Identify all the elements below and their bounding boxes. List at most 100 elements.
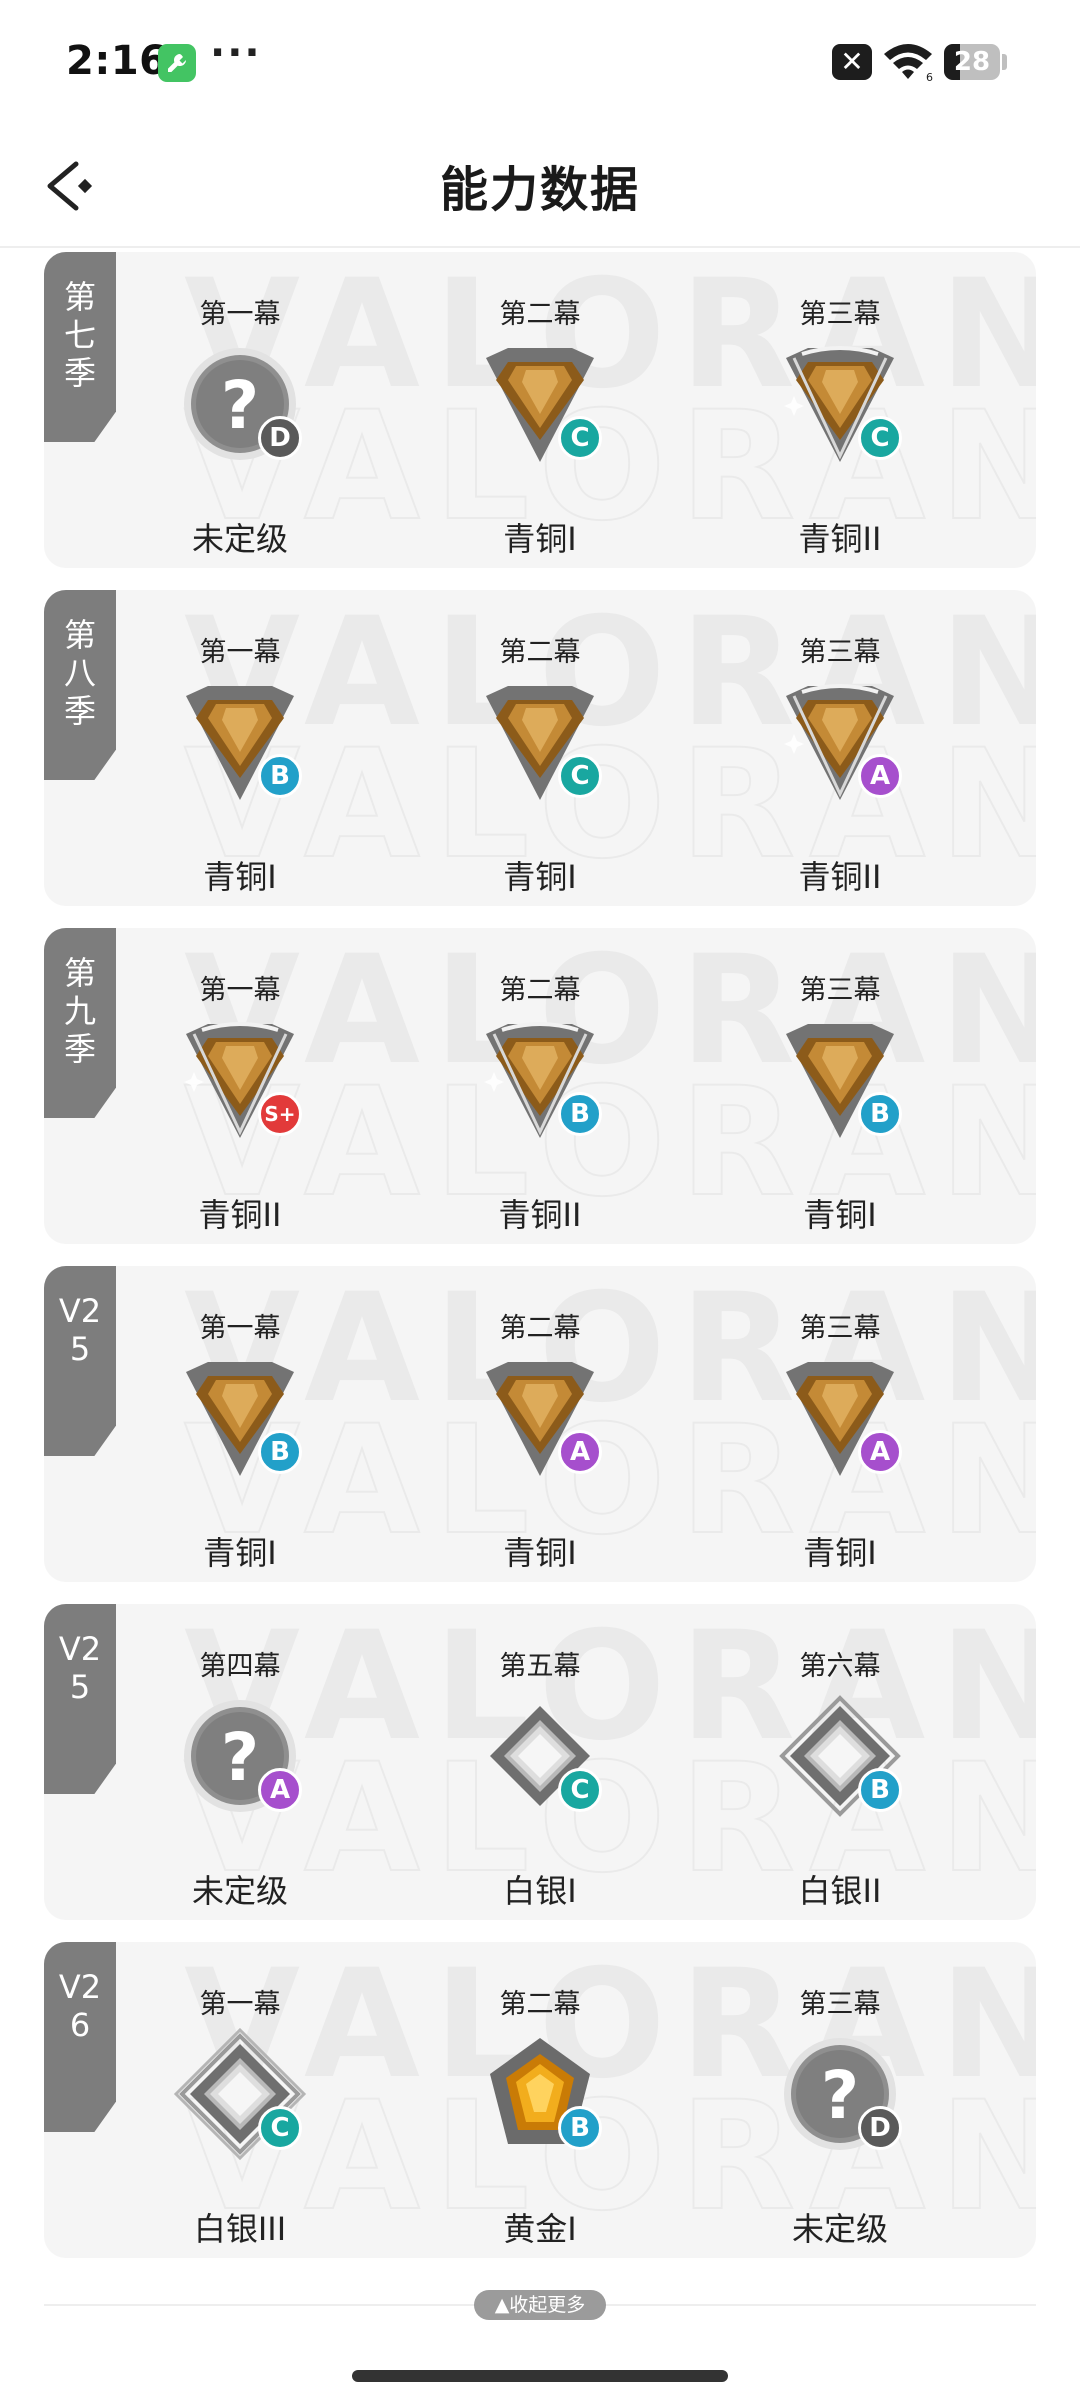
rank-label: 青铜II [798,858,882,896]
act-item[interactable]: 第三幕 B 青铜I [730,968,950,1238]
rank-label: 青铜I [503,520,577,558]
act-name: 第三幕 [799,637,881,668]
act-item[interactable]: 第一幕 C 白银III [130,1982,350,2252]
act-name: 第二幕 [499,299,581,330]
act-item[interactable]: 第四幕 ? A 未定级 [130,1644,350,1914]
season-tag: 第八季 [44,590,116,780]
rank-label: 青铜II [198,1196,282,1234]
svg-text:?: ? [221,367,259,444]
act-name: 第二幕 [499,1313,581,1344]
season-tag: V25 [44,1604,116,1794]
act-name: 第二幕 [499,637,581,668]
act-name: 第一幕 [199,637,281,668]
season-card: VALORANTVALORANTV25第四幕 ? A未定级第五幕 C白银I第六幕… [44,1604,1036,1920]
season-card: VALORANTVALORANT第八季第一幕 B青铜I第二幕 C青铜I第三幕 A… [44,590,1036,906]
rank-label: 白银II [798,1872,882,1910]
rank-label: 青铜I [503,858,577,896]
grade-badge: S+ [258,1092,302,1136]
season-card: VALORANTVALORANTV25第一幕 B青铜I第二幕 A青铜I第三幕 A… [44,1266,1036,1582]
status-time: 2:16 [66,38,168,84]
rank-label: 青铜I [803,1196,877,1234]
grade-badge: C [558,754,602,798]
season-card: VALORANTVALORANT第九季第一幕 S+青铜II第二幕 B青铜II第三… [44,928,1036,1244]
act-item[interactable]: 第二幕 A 青铜I [430,1306,650,1576]
grade-badge: C [558,1768,602,1812]
rank-label: 黄金I [503,2210,577,2248]
rank-label: 青铜I [503,1534,577,1572]
grade-badge: A [558,1430,602,1474]
act-item[interactable]: 第六幕 B 白银II [730,1644,950,1914]
rank-label: 白银III [193,2210,287,2248]
act-name: 第五幕 [499,1651,581,1682]
season-label: V26 [58,1968,102,2044]
status-bar: 2:16 ··· ✕ 6 28 [0,0,1080,120]
act-item[interactable]: 第二幕 C 青铜I [430,292,650,562]
season-label: V25 [58,1292,102,1368]
season-tag: 第七季 [44,252,116,442]
act-name: 第一幕 [199,1313,281,1344]
act-item[interactable]: 第三幕 ? D 未定级 [730,1982,950,2252]
season-label: 第九季 [63,954,96,1068]
grade-badge: D [858,2106,902,2150]
act-name: 第三幕 [799,1989,881,2020]
grade-badge: B [858,1768,902,1812]
rank-label: 白银I [503,1872,577,1910]
act-item[interactable]: 第五幕 C 白银I [430,1644,650,1914]
act-item[interactable]: 第一幕 ? D 未定级 [130,292,350,562]
season-tag: V26 [44,1942,116,2132]
grade-badge: B [258,1430,302,1474]
grade-badge: D [258,416,302,460]
wifi-icon: 6 [884,44,933,82]
grade-badge: B [258,754,302,798]
act-name: 第一幕 [199,299,281,330]
grade-badge: A [258,1768,302,1812]
grade-badge: A [858,1430,902,1474]
svg-text:?: ? [221,1719,259,1796]
act-name: 第三幕 [799,299,881,330]
grade-badge: C [558,416,602,460]
more-notifications-icon: ··· [210,30,262,76]
act-item[interactable]: 第一幕 S+ 青铜II [130,968,350,1238]
act-name: 第三幕 [799,1313,881,1344]
rank-label: 青铜I [203,858,277,896]
act-item[interactable]: 第三幕 A 青铜II [730,630,950,900]
grade-badge: C [258,2106,302,2150]
act-item[interactable]: 第三幕 C 青铜II [730,292,950,562]
collapse-more-button[interactable]: ▲收起更多 [474,2290,606,2320]
season-card: VALORANTVALORANT第七季第一幕 ? D未定级第二幕 C青铜I第三幕… [44,252,1036,568]
page-header: 能力数据 [0,120,1080,248]
battery-icon: 28 [944,44,1000,80]
rank-label: 青铜II [498,1196,582,1234]
grade-badge: C [858,416,902,460]
act-name: 第一幕 [199,975,281,1006]
act-name: 第二幕 [499,975,581,1006]
act-name: 第四幕 [199,1651,281,1682]
act-item[interactable]: 第三幕 A 青铜I [730,1306,950,1576]
season-label: 第八季 [63,616,96,730]
act-item[interactable]: 第一幕 B 青铜I [130,630,350,900]
grade-badge: B [558,2106,602,2150]
page-title: 能力数据 [439,162,640,218]
grade-badge: A [858,754,902,798]
season-tag: V25 [44,1266,116,1456]
act-item[interactable]: 第二幕 B 黄金I [430,1982,650,2252]
act-name: 第六幕 [799,1651,881,1682]
home-indicator[interactable] [352,2370,728,2382]
act-name: 第三幕 [799,975,881,1006]
rank-label: 青铜I [203,1534,277,1572]
act-item[interactable]: 第一幕 B 青铜I [130,1306,350,1576]
rank-label: 未定级 [191,1872,288,1910]
wrench-icon [158,44,196,82]
act-name: 第一幕 [199,1989,281,2020]
act-item[interactable]: 第二幕 C 青铜I [430,630,650,900]
season-tag: 第九季 [44,928,116,1118]
rank-label: 未定级 [191,520,288,558]
grade-badge: B [558,1092,602,1136]
act-item[interactable]: 第二幕 B 青铜II [430,968,650,1238]
svg-text:6: 6 [926,71,933,82]
act-name: 第二幕 [499,1989,581,2020]
season-label: 第七季 [63,278,96,392]
rank-label: 青铜II [798,520,882,558]
rank-label: 未定级 [791,2210,888,2248]
svg-text:?: ? [821,2057,859,2134]
